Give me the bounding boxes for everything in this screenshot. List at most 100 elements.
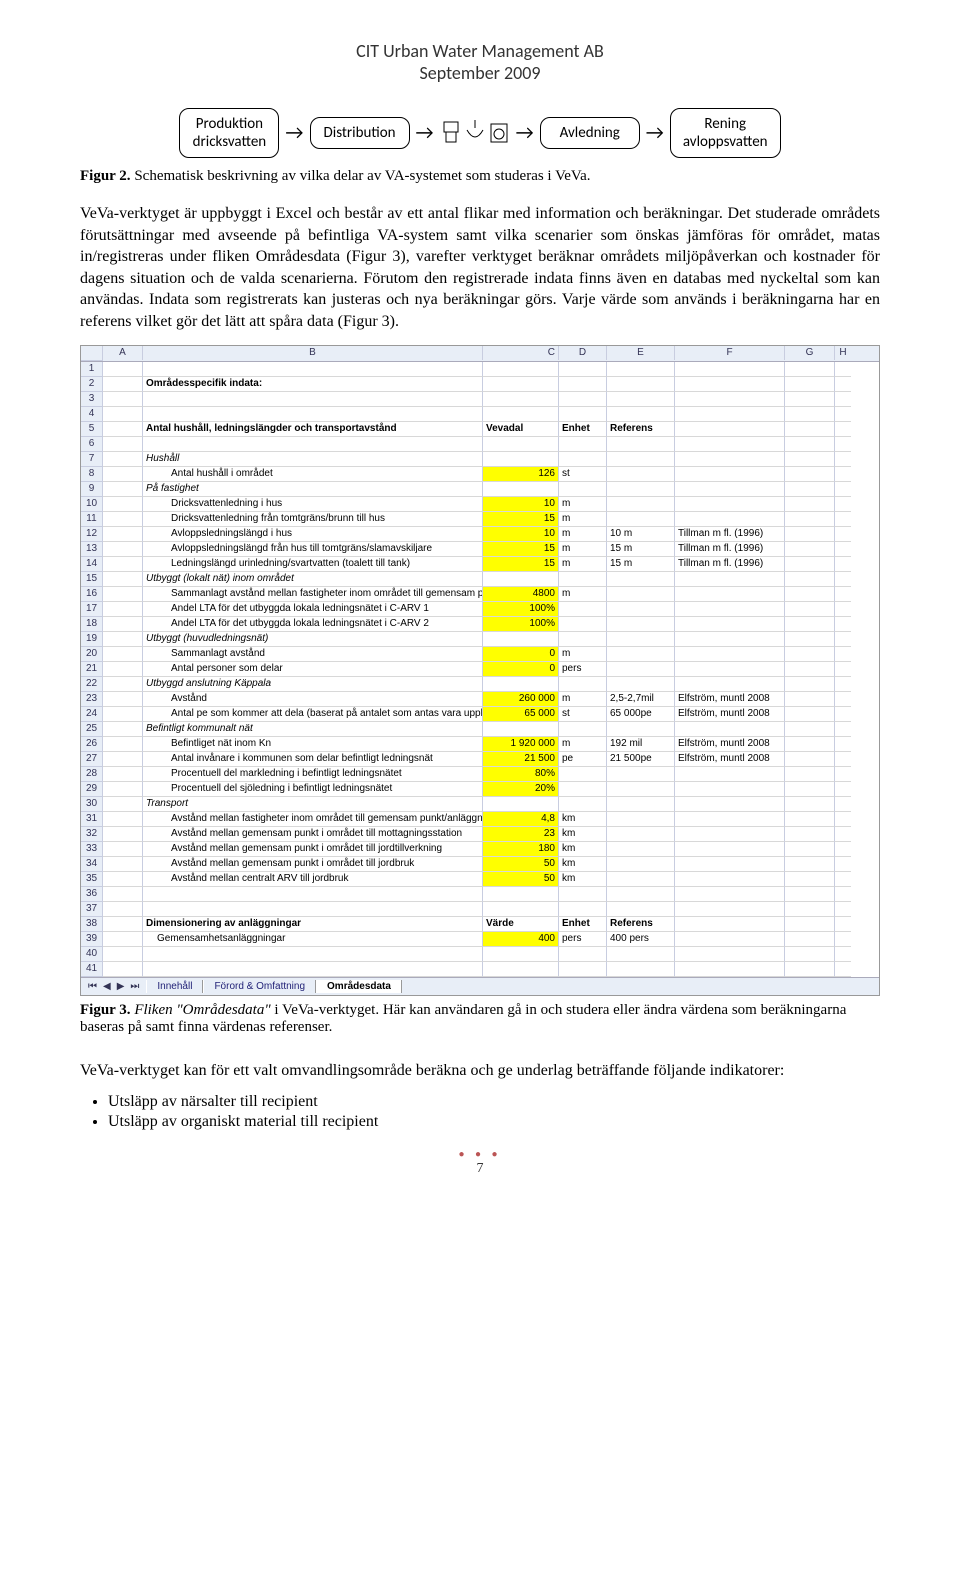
cell[interactable]: Elfström, muntl 2008: [675, 752, 785, 767]
cell[interactable]: [785, 737, 835, 752]
cell[interactable]: [675, 857, 785, 872]
cell[interactable]: [607, 497, 675, 512]
cell[interactable]: 23: [483, 827, 559, 842]
row-header[interactable]: 10: [81, 497, 103, 512]
row-header[interactable]: 18: [81, 617, 103, 632]
cell[interactable]: [103, 782, 143, 797]
cell[interactable]: [607, 587, 675, 602]
cell[interactable]: Referens: [607, 917, 675, 932]
row-header[interactable]: 41: [81, 962, 103, 977]
cell[interactable]: [483, 797, 559, 812]
cell[interactable]: [835, 842, 851, 857]
cell[interactable]: [785, 527, 835, 542]
cell[interactable]: Elfström, muntl 2008: [675, 707, 785, 722]
cell[interactable]: Ledningslängd urinledning/svartvatten (t…: [143, 557, 483, 572]
cell[interactable]: [675, 842, 785, 857]
cell[interactable]: [835, 707, 851, 722]
cell[interactable]: [835, 362, 851, 377]
cell[interactable]: m: [559, 692, 607, 707]
cell[interactable]: [835, 827, 851, 842]
cell[interactable]: 1 920 000: [483, 737, 559, 752]
cell[interactable]: [835, 722, 851, 737]
cell[interactable]: [103, 557, 143, 572]
cell[interactable]: [785, 497, 835, 512]
cell[interactable]: Procentuell del markledning i befintligt…: [143, 767, 483, 782]
cell[interactable]: [103, 617, 143, 632]
cell[interactable]: Avstånd mellan fastigheter inom området …: [143, 812, 483, 827]
cell[interactable]: [835, 467, 851, 482]
cell[interactable]: [785, 932, 835, 947]
cell[interactable]: [785, 422, 835, 437]
cell[interactable]: [785, 362, 835, 377]
cell[interactable]: [103, 422, 143, 437]
cell[interactable]: [675, 482, 785, 497]
cell[interactable]: Dricksvattenledning i hus: [143, 497, 483, 512]
cell[interactable]: km: [559, 872, 607, 887]
cell[interactable]: [559, 902, 607, 917]
cell[interactable]: [483, 947, 559, 962]
cell[interactable]: [675, 902, 785, 917]
cell[interactable]: [143, 437, 483, 452]
row-header[interactable]: 6: [81, 437, 103, 452]
cell[interactable]: st: [559, 467, 607, 482]
cell[interactable]: [675, 392, 785, 407]
cell[interactable]: 100%: [483, 602, 559, 617]
cell[interactable]: [483, 572, 559, 587]
cell[interactable]: [103, 962, 143, 977]
row-header[interactable]: 36: [81, 887, 103, 902]
cell[interactable]: [559, 407, 607, 422]
cell[interactable]: Avstånd mellan centralt ARV till jordbru…: [143, 872, 483, 887]
tab-nav-first-icon[interactable]: ⏮: [85, 981, 100, 992]
col-header-F[interactable]: F: [675, 346, 785, 360]
cell[interactable]: Dricksvattenledning från tomtgräns/brunn…: [143, 512, 483, 527]
cell[interactable]: Avloppsledningslängd i hus: [143, 527, 483, 542]
row-header[interactable]: 14: [81, 557, 103, 572]
row-header[interactable]: 13: [81, 542, 103, 557]
cell[interactable]: [559, 767, 607, 782]
cell[interactable]: Tillman m fl. (1996): [675, 527, 785, 542]
cell[interactable]: Antal invånare i kommunen som delar befi…: [143, 752, 483, 767]
cell[interactable]: [675, 962, 785, 977]
cell[interactable]: [785, 482, 835, 497]
cell[interactable]: [835, 947, 851, 962]
cell[interactable]: [607, 902, 675, 917]
cell[interactable]: [785, 707, 835, 722]
cell[interactable]: Antal hushåll i området: [143, 467, 483, 482]
cell[interactable]: [785, 767, 835, 782]
cell[interactable]: [785, 812, 835, 827]
cell[interactable]: [835, 482, 851, 497]
cell[interactable]: [559, 572, 607, 587]
cell[interactable]: [607, 647, 675, 662]
cell[interactable]: [785, 602, 835, 617]
cell[interactable]: [559, 797, 607, 812]
cell[interactable]: [103, 482, 143, 497]
cell[interactable]: 65 000: [483, 707, 559, 722]
cell[interactable]: [483, 887, 559, 902]
cell[interactable]: 20%: [483, 782, 559, 797]
cell[interactable]: [559, 617, 607, 632]
cell[interactable]: Gemensamhetsanläggningar: [143, 932, 483, 947]
cell[interactable]: [675, 602, 785, 617]
cell[interactable]: [483, 482, 559, 497]
cell[interactable]: [607, 392, 675, 407]
row-header[interactable]: 26: [81, 737, 103, 752]
cell[interactable]: [675, 872, 785, 887]
cell[interactable]: [607, 617, 675, 632]
cell[interactable]: [835, 812, 851, 827]
cell[interactable]: [785, 962, 835, 977]
cell[interactable]: [835, 422, 851, 437]
cell[interactable]: [143, 887, 483, 902]
cell[interactable]: Vevadal: [483, 422, 559, 437]
cell[interactable]: [559, 482, 607, 497]
cell[interactable]: [103, 692, 143, 707]
cell[interactable]: Avstånd mellan gemensam punkt i området …: [143, 842, 483, 857]
cell[interactable]: [675, 662, 785, 677]
cell[interactable]: [675, 617, 785, 632]
cell[interactable]: [559, 377, 607, 392]
cell[interactable]: [103, 377, 143, 392]
cell[interactable]: [835, 902, 851, 917]
cell[interactable]: [103, 647, 143, 662]
cell[interactable]: [103, 497, 143, 512]
cell[interactable]: [785, 797, 835, 812]
cell[interactable]: m: [559, 587, 607, 602]
